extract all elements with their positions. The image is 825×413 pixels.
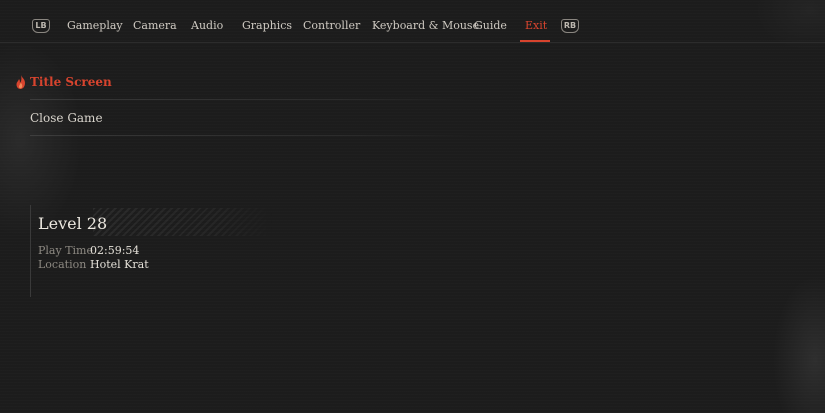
tab-list: LB Gameplay Camera Audio Graphics Contro… xyxy=(0,0,825,42)
play-time-label: Play Time xyxy=(38,244,93,257)
left-bumper-icon[interactable]: LB xyxy=(32,19,50,33)
title-decoration xyxy=(93,208,273,236)
tab-keyboard-mouse[interactable]: Keyboard & Mouse xyxy=(372,19,479,32)
tab-gameplay[interactable]: Gameplay xyxy=(67,19,123,32)
menu-divider xyxy=(30,99,475,100)
title-screen-button[interactable]: Title Screen xyxy=(30,75,112,89)
menu-divider xyxy=(30,135,475,136)
top-navigation-bar: LB Gameplay Camera Audio Graphics Contro… xyxy=(0,0,825,43)
tab-guide[interactable]: Guide xyxy=(474,19,507,32)
tab-exit[interactable]: Exit xyxy=(525,19,547,32)
tab-audio[interactable]: Audio xyxy=(191,19,223,32)
right-bumper-icon[interactable]: RB xyxy=(561,19,579,33)
active-tab-indicator xyxy=(520,40,550,42)
location-label: Location xyxy=(38,258,87,271)
tab-controller[interactable]: Controller xyxy=(303,19,360,32)
save-level-title: Level 28 xyxy=(38,214,108,233)
play-time-value: 02:59:54 xyxy=(90,244,140,257)
tab-graphics[interactable]: Graphics xyxy=(242,19,292,32)
save-info-card: Level 28 Play Time 02:59:54 Location Hot… xyxy=(30,205,291,297)
flame-icon xyxy=(16,75,25,89)
tab-camera[interactable]: Camera xyxy=(133,19,177,32)
close-game-button[interactable]: Close Game xyxy=(30,111,103,125)
location-value: Hotel Krat xyxy=(90,258,149,271)
